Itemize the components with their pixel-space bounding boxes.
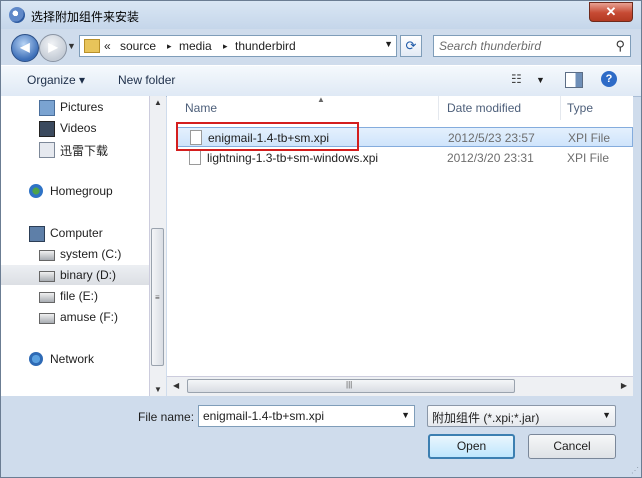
sidebar-item-label: file (E:)	[60, 289, 99, 303]
back-button[interactable]: ◀	[11, 34, 39, 62]
network-icon	[29, 352, 43, 366]
sidebar-item-amuse-f[interactable]: amuse (F:)	[1, 307, 149, 327]
navigation-pane-scrollbar[interactable]: ▲ ≡ ▼	[149, 96, 166, 396]
drive-icon	[39, 271, 55, 282]
sidebar-item-binary-d[interactable]: binary (D:)	[1, 265, 149, 285]
sidebar-item-label: Computer	[50, 226, 103, 240]
title-bar: 选择附加组件来安装 ✕	[1, 1, 641, 29]
file-icon	[189, 150, 201, 165]
search-placeholder: Search thunderbird	[439, 39, 542, 53]
search-icon[interactable]: ⚲	[615, 38, 625, 54]
address-bar[interactable]: « source ▸ media ▸ thunderbird ▼	[79, 35, 397, 57]
change-view-icon[interactable]: ☷	[511, 72, 527, 86]
file-name: lightning-1.3-tb+sm-windows.xpi	[207, 151, 379, 165]
sidebar-item-label: Homegroup	[50, 184, 113, 198]
file-type-filter-select[interactable]: 附加组件 (*.xpi;*.jar) ▼	[427, 405, 616, 427]
chevron-down-icon[interactable]: ▼	[602, 410, 611, 420]
sidebar-item-label: system (C:)	[60, 247, 122, 261]
videos-icon	[39, 121, 55, 137]
preview-pane-icon[interactable]	[565, 72, 583, 88]
scroll-down-icon[interactable]: ▼	[154, 385, 162, 394]
drive-icon	[39, 250, 55, 261]
file-type: XPI File	[567, 151, 610, 165]
annotation-highlight-box	[176, 122, 359, 151]
window-title: 选择附加组件来安装	[31, 10, 140, 24]
scrollbar-thumb[interactable]: ≡	[151, 228, 164, 366]
sidebar-item-videos[interactable]: Videos	[1, 118, 149, 138]
view-options-dropdown[interactable]: ▼	[536, 75, 545, 85]
drive-icon	[39, 313, 55, 324]
sidebar-item-homegroup[interactable]: Homegroup	[1, 181, 149, 201]
refresh-button[interactable]: ⟳	[400, 35, 422, 57]
refresh-icon: ⟳	[405, 38, 417, 53]
open-button[interactable]: Open	[428, 434, 515, 459]
scroll-up-icon[interactable]: ▲	[154, 98, 162, 107]
address-dropdown-icon[interactable]: ▼	[384, 39, 393, 49]
sort-ascending-icon: ▲	[317, 95, 325, 104]
drive-icon	[39, 292, 55, 303]
breadcrumb-media[interactable]: media	[179, 39, 212, 53]
breadcrumb-thunderbird[interactable]: thunderbird	[235, 39, 296, 53]
file-date: 2012/5/23 23:57	[448, 131, 535, 145]
file-type-filter-value: 附加组件 (*.xpi;*.jar)	[432, 411, 540, 425]
sidebar-item-computer[interactable]: Computer	[1, 223, 149, 243]
sidebar-item-file-e[interactable]: file (E:)	[1, 286, 149, 306]
navigation-bar: ◀ ▶ ▼ « source ▸ media ▸ thunderbird ▼ ⟳…	[1, 29, 641, 65]
column-header-label: Name	[185, 101, 218, 115]
sidebar-item-label: amuse (F:)	[60, 310, 119, 324]
column-header-type[interactable]: Type	[561, 96, 633, 120]
sidebar-item-system-c[interactable]: system (C:)	[1, 244, 149, 264]
column-header-date-modified[interactable]: Date modified	[441, 96, 561, 120]
thunderbird-app-icon	[9, 7, 25, 23]
breadcrumb-separator[interactable]: ▸	[167, 41, 172, 52]
sidebar-item-label: Network	[50, 352, 95, 366]
sidebar-item-network[interactable]: Network	[1, 349, 149, 369]
file-name-label: File name:	[138, 410, 195, 424]
file-type: XPI File	[568, 131, 611, 145]
sidebar-item-label: binary (D:)	[60, 268, 117, 282]
sidebar-item-downloads[interactable]: 迅雷下载	[1, 139, 149, 159]
cancel-button[interactable]: Cancel	[528, 434, 616, 459]
file-name-field[interactable]: enigmail-1.4-tb+sm.xpi ▼	[198, 405, 415, 427]
dialog-footer: File name: enigmail-1.4-tb+sm.xpi ▼ 附加组件…	[1, 397, 641, 477]
search-input[interactable]: Search thunderbird ⚲	[433, 35, 631, 57]
sidebar-item-label: 迅雷下载	[60, 144, 109, 158]
download-folder-icon	[39, 142, 55, 158]
column-header-label: Type	[567, 101, 594, 115]
organize-button[interactable]: Organize ▾	[27, 73, 85, 87]
scrollbar-thumb[interactable]: |||	[187, 379, 515, 393]
sidebar-item-pictures[interactable]: Pictures	[1, 97, 149, 117]
column-header-label: Date modified	[447, 101, 522, 115]
file-date: 2012/3/20 23:31	[447, 151, 534, 165]
close-button[interactable]: ✕	[589, 2, 633, 22]
homegroup-icon	[29, 184, 43, 198]
new-folder-button[interactable]: New folder	[118, 73, 175, 87]
column-header-name[interactable]: ▲ Name	[179, 95, 439, 120]
recent-locations-dropdown[interactable]: ▼	[67, 41, 76, 51]
computer-icon	[29, 226, 45, 242]
resize-grip-icon[interactable]: ⋰	[631, 466, 639, 475]
sidebar-item-label: Videos	[60, 121, 97, 135]
folder-icon	[84, 39, 100, 53]
scroll-right-icon[interactable]: ▶	[621, 381, 627, 390]
pictures-icon	[39, 100, 55, 116]
scroll-left-icon[interactable]: ◀	[173, 381, 179, 390]
navigation-pane: Pictures Videos 迅雷下载 Homegroup Computer …	[1, 96, 149, 396]
breadcrumb-separator[interactable]: ▸	[223, 41, 228, 52]
breadcrumb-overflow[interactable]: «	[104, 39, 111, 53]
help-icon[interactable]: ?	[601, 71, 617, 87]
sidebar-item-label: Pictures	[60, 100, 104, 114]
command-toolbar: Organize ▾ New folder ☷ ▼ ?	[1, 65, 641, 97]
file-name-value: enigmail-1.4-tb+sm.xpi	[203, 409, 325, 423]
file-open-dialog: 选择附加组件来安装 ✕ ◀ ▶ ▼ « source ▸ media ▸ thu…	[0, 0, 642, 478]
forward-button[interactable]: ▶	[39, 34, 67, 62]
grip-icon: |||	[346, 380, 353, 389]
table-row[interactable]: lightning-1.3-tb+sm-windows.xpi 2012/3/2…	[177, 148, 633, 168]
file-list-scrollbar[interactable]: ◀ ||| ▶	[167, 376, 633, 396]
breadcrumb-source[interactable]: source	[120, 39, 156, 53]
grip-icon: ≡	[155, 293, 160, 302]
chevron-down-icon[interactable]: ▼	[401, 410, 410, 420]
